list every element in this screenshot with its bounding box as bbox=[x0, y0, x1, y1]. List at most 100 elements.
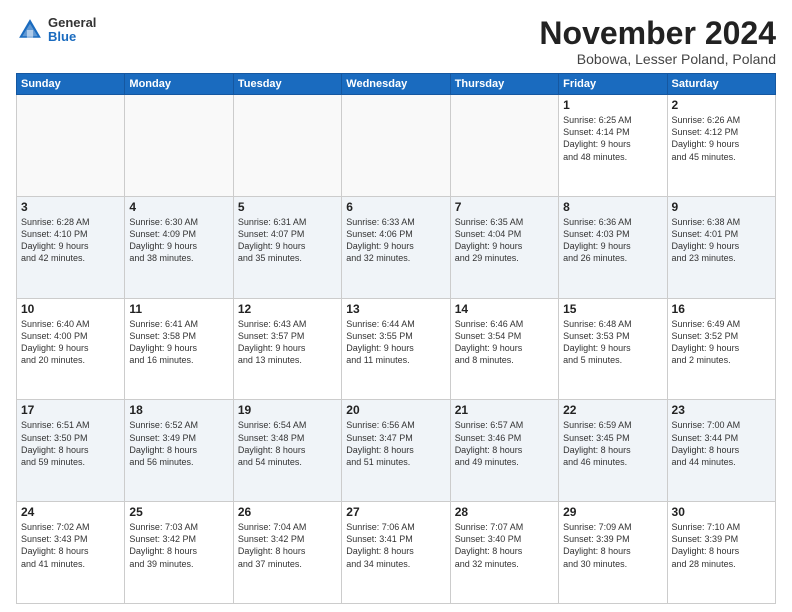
col-saturday: Saturday bbox=[667, 74, 775, 95]
day-number: 2 bbox=[672, 98, 771, 112]
table-row: 10 Sunrise: 6:40 AM Sunset: 4:00 PM Dayli… bbox=[17, 298, 125, 400]
day-number: 22 bbox=[563, 403, 662, 417]
day-info: Sunrise: 6:25 AM Sunset: 4:14 PM Dayligh… bbox=[563, 114, 662, 163]
day-info: Sunrise: 7:09 AM Sunset: 3:39 PM Dayligh… bbox=[563, 521, 662, 570]
day-info: Sunrise: 7:02 AM Sunset: 3:43 PM Dayligh… bbox=[21, 521, 120, 570]
day-number: 20 bbox=[346, 403, 445, 417]
day-number: 11 bbox=[129, 302, 228, 316]
day-info: Sunrise: 6:46 AM Sunset: 3:54 PM Dayligh… bbox=[455, 318, 554, 367]
day-info: Sunrise: 7:07 AM Sunset: 3:40 PM Dayligh… bbox=[455, 521, 554, 570]
calendar-week-row: 24 Sunrise: 7:02 AM Sunset: 3:43 PM Dayli… bbox=[17, 502, 776, 604]
day-info: Sunrise: 6:57 AM Sunset: 3:46 PM Dayligh… bbox=[455, 419, 554, 468]
calendar-week-row: 10 Sunrise: 6:40 AM Sunset: 4:00 PM Dayli… bbox=[17, 298, 776, 400]
table-row: 24 Sunrise: 7:02 AM Sunset: 3:43 PM Dayli… bbox=[17, 502, 125, 604]
table-row: 3 Sunrise: 6:28 AM Sunset: 4:10 PM Daylig… bbox=[17, 196, 125, 298]
day-number: 4 bbox=[129, 200, 228, 214]
header: General Blue November 2024 Bobowa, Lesse… bbox=[16, 16, 776, 67]
day-number: 10 bbox=[21, 302, 120, 316]
table-row bbox=[125, 95, 233, 197]
table-row: 18 Sunrise: 6:52 AM Sunset: 3:49 PM Dayli… bbox=[125, 400, 233, 502]
logo-general: General bbox=[48, 16, 96, 30]
calendar-header-row: Sunday Monday Tuesday Wednesday Thursday… bbox=[17, 74, 776, 95]
day-info: Sunrise: 6:59 AM Sunset: 3:45 PM Dayligh… bbox=[563, 419, 662, 468]
table-row: 22 Sunrise: 6:59 AM Sunset: 3:45 PM Dayli… bbox=[559, 400, 667, 502]
table-row: 5 Sunrise: 6:31 AM Sunset: 4:07 PM Daylig… bbox=[233, 196, 341, 298]
day-number: 5 bbox=[238, 200, 337, 214]
day-number: 8 bbox=[563, 200, 662, 214]
table-row: 19Sunrise: 6:54 AM Sunset: 3:48 PM Dayli… bbox=[233, 400, 341, 502]
day-info: Sunrise: 6:44 AM Sunset: 3:55 PM Dayligh… bbox=[346, 318, 445, 367]
day-number: 1 bbox=[563, 98, 662, 112]
logo-text: General Blue bbox=[48, 16, 96, 45]
title-block: November 2024 Bobowa, Lesser Poland, Pol… bbox=[539, 16, 776, 67]
logo: General Blue bbox=[16, 16, 96, 45]
table-row: 1 Sunrise: 6:25 AM Sunset: 4:14 PM Daylig… bbox=[559, 95, 667, 197]
day-number: 23 bbox=[672, 403, 771, 417]
table-row bbox=[450, 95, 558, 197]
day-info: Sunrise: 6:51 AM Sunset: 3:50 PM Dayligh… bbox=[21, 419, 120, 468]
calendar-week-row: 3 Sunrise: 6:28 AM Sunset: 4:10 PM Daylig… bbox=[17, 196, 776, 298]
day-info: Sunrise: 6:43 AM Sunset: 3:57 PM Dayligh… bbox=[238, 318, 337, 367]
calendar-week-row: 1 Sunrise: 6:25 AM Sunset: 4:14 PM Daylig… bbox=[17, 95, 776, 197]
table-row: 14 Sunrise: 6:46 AM Sunset: 3:54 PM Dayli… bbox=[450, 298, 558, 400]
day-number: 13 bbox=[346, 302, 445, 316]
col-wednesday: Wednesday bbox=[342, 74, 450, 95]
table-row: 27 Sunrise: 7:06 AM Sunset: 3:41 PM Dayli… bbox=[342, 502, 450, 604]
table-row bbox=[17, 95, 125, 197]
col-sunday: Sunday bbox=[17, 74, 125, 95]
day-info: Sunrise: 7:10 AM Sunset: 3:39 PM Dayligh… bbox=[672, 521, 771, 570]
table-row: 26Sunrise: 7:04 AM Sunset: 3:42 PM Dayli… bbox=[233, 502, 341, 604]
col-friday: Friday bbox=[559, 74, 667, 95]
table-row: 13 Sunrise: 6:44 AM Sunset: 3:55 PM Dayli… bbox=[342, 298, 450, 400]
table-row: 28Sunrise: 7:07 AM Sunset: 3:40 PM Dayli… bbox=[450, 502, 558, 604]
col-thursday: Thursday bbox=[450, 74, 558, 95]
table-row: 20Sunrise: 6:56 AM Sunset: 3:47 PM Dayli… bbox=[342, 400, 450, 502]
day-info: Sunrise: 6:35 AM Sunset: 4:04 PM Dayligh… bbox=[455, 216, 554, 265]
calendar-table: Sunday Monday Tuesday Wednesday Thursday… bbox=[16, 73, 776, 604]
table-row: 7 Sunrise: 6:35 AM Sunset: 4:04 PM Daylig… bbox=[450, 196, 558, 298]
day-number: 7 bbox=[455, 200, 554, 214]
day-info: Sunrise: 6:54 AM Sunset: 3:48 PM Dayligh… bbox=[238, 419, 337, 468]
day-number: 18 bbox=[129, 403, 228, 417]
day-number: 3 bbox=[21, 200, 120, 214]
day-number: 27 bbox=[346, 505, 445, 519]
table-row: 29Sunrise: 7:09 AM Sunset: 3:39 PM Dayli… bbox=[559, 502, 667, 604]
table-row: 12 Sunrise: 6:43 AM Sunset: 3:57 PM Dayli… bbox=[233, 298, 341, 400]
day-number: 24 bbox=[21, 505, 120, 519]
day-info: Sunrise: 7:04 AM Sunset: 3:42 PM Dayligh… bbox=[238, 521, 337, 570]
day-number: 21 bbox=[455, 403, 554, 417]
logo-blue: Blue bbox=[48, 30, 96, 44]
table-row: 17Sunrise: 6:51 AM Sunset: 3:50 PM Dayli… bbox=[17, 400, 125, 502]
table-row: 8 Sunrise: 6:36 AM Sunset: 4:03 PM Daylig… bbox=[559, 196, 667, 298]
day-info: Sunrise: 6:28 AM Sunset: 4:10 PM Dayligh… bbox=[21, 216, 120, 265]
day-number: 16 bbox=[672, 302, 771, 316]
day-info: Sunrise: 6:40 AM Sunset: 4:00 PM Dayligh… bbox=[21, 318, 120, 367]
day-info: Sunrise: 6:31 AM Sunset: 4:07 PM Dayligh… bbox=[238, 216, 337, 265]
col-tuesday: Tuesday bbox=[233, 74, 341, 95]
logo-icon bbox=[16, 16, 44, 44]
day-info: Sunrise: 6:38 AM Sunset: 4:01 PM Dayligh… bbox=[672, 216, 771, 265]
day-info: Sunrise: 6:49 AM Sunset: 3:52 PM Dayligh… bbox=[672, 318, 771, 367]
table-row: 11 Sunrise: 6:41 AM Sunset: 3:58 PM Dayli… bbox=[125, 298, 233, 400]
day-info: Sunrise: 6:30 AM Sunset: 4:09 PM Dayligh… bbox=[129, 216, 228, 265]
table-row: 4 Sunrise: 6:30 AM Sunset: 4:09 PM Daylig… bbox=[125, 196, 233, 298]
table-row: 6 Sunrise: 6:33 AM Sunset: 4:06 PM Daylig… bbox=[342, 196, 450, 298]
day-number: 15 bbox=[563, 302, 662, 316]
table-row: 21 Sunrise: 6:57 AM Sunset: 3:46 PM Dayli… bbox=[450, 400, 558, 502]
day-info: Sunrise: 6:33 AM Sunset: 4:06 PM Dayligh… bbox=[346, 216, 445, 265]
table-row: 23Sunrise: 7:00 AM Sunset: 3:44 PM Dayli… bbox=[667, 400, 775, 502]
day-info: Sunrise: 7:03 AM Sunset: 3:42 PM Dayligh… bbox=[129, 521, 228, 570]
col-monday: Monday bbox=[125, 74, 233, 95]
day-info: Sunrise: 6:41 AM Sunset: 3:58 PM Dayligh… bbox=[129, 318, 228, 367]
day-number: 6 bbox=[346, 200, 445, 214]
day-info: Sunrise: 6:48 AM Sunset: 3:53 PM Dayligh… bbox=[563, 318, 662, 367]
table-row: 25Sunrise: 7:03 AM Sunset: 3:42 PM Dayli… bbox=[125, 502, 233, 604]
day-info: Sunrise: 7:06 AM Sunset: 3:41 PM Dayligh… bbox=[346, 521, 445, 570]
day-number: 12 bbox=[238, 302, 337, 316]
table-row: 9Sunrise: 6:38 AM Sunset: 4:01 PM Daylig… bbox=[667, 196, 775, 298]
day-number: 14 bbox=[455, 302, 554, 316]
table-row: 30Sunrise: 7:10 AM Sunset: 3:39 PM Dayli… bbox=[667, 502, 775, 604]
day-info: Sunrise: 6:36 AM Sunset: 4:03 PM Dayligh… bbox=[563, 216, 662, 265]
day-info: Sunrise: 6:52 AM Sunset: 3:49 PM Dayligh… bbox=[129, 419, 228, 468]
page: General Blue November 2024 Bobowa, Lesse… bbox=[0, 0, 792, 612]
